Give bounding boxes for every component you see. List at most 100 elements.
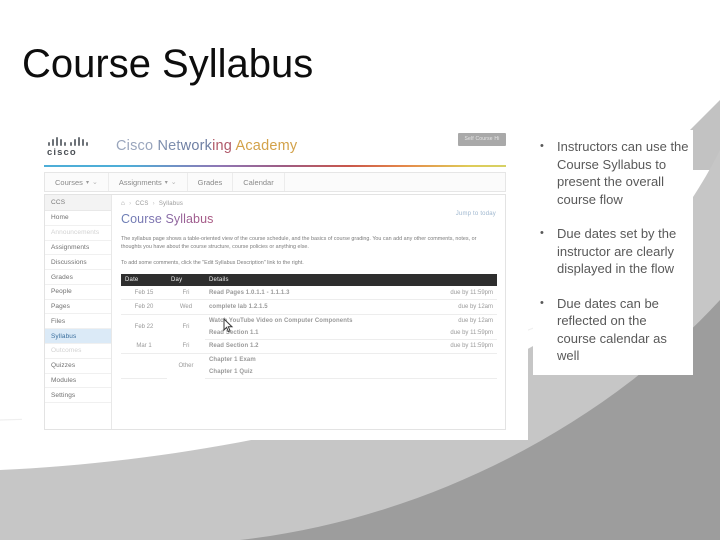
cisco-logo-icon: cisco — [44, 137, 106, 159]
bullet-marker: • — [540, 227, 544, 239]
content-card: CCS Home Announcements Assignments Discu… — [44, 194, 506, 430]
breadcrumb: ⌂ › CCS › Syllabus — [121, 200, 497, 207]
cisco-wordmark: cisco — [47, 147, 77, 158]
bullet-text: Due dates can be reflected on the course… — [557, 295, 667, 364]
cell-date — [121, 353, 167, 366]
main-pane: ⌂ › CCS › Syllabus Jump to today Course … — [112, 195, 505, 429]
sidebar-item-outcomes[interactable]: Outcomes — [45, 344, 111, 359]
sidebar-item-quizzes[interactable]: Quizzes — [45, 359, 111, 374]
bullet-text: Instructors can use the Course Syllabus … — [557, 139, 689, 207]
table-row[interactable]: Mar 1 Fri Read Section 1.2 due by 11:59p… — [121, 339, 497, 354]
nav-item-grades[interactable]: Grades — [188, 173, 234, 191]
brand-part-0: Cisco — [116, 138, 158, 154]
cell-due: due by 12am — [431, 299, 497, 315]
cell-date: Feb 20 — [121, 299, 167, 315]
assignment-link[interactable]: Watch YouTube Video on Computer Componen… — [205, 314, 431, 327]
bullet-marker: • — [540, 296, 544, 309]
cell-date: Feb 22 — [134, 323, 154, 330]
assignment-link[interactable]: Read Section 1.2 — [205, 339, 431, 354]
table-row[interactable]: Feb 20 Wed complete lab 1.2.1.5 due by 1… — [121, 299, 497, 315]
bullet-list: • Instructors can use the Course Syllabu… — [533, 130, 693, 375]
caret-icon: ▾ — [164, 179, 168, 186]
nav-label: Assignments — [118, 177, 162, 187]
nav-label: Grades — [197, 177, 223, 187]
course-schedule-table: Date Day Details Feb 15 Fri Read Pages 1… — [121, 274, 497, 379]
cell-due: due by 11:59pm — [431, 286, 497, 301]
cell-date — [121, 365, 167, 379]
main-nav: Courses ▾ ⌄ Assignments ▾ ⌄ Grades Calen… — [44, 172, 506, 192]
jump-to-today-link[interactable]: Jump to today — [456, 211, 496, 217]
cisco-header: cisco Cisco Networking Academy Self Cour… — [22, 128, 528, 166]
sidebar-item-discussions[interactable]: Discussions — [45, 255, 111, 271]
col-details: Details — [205, 274, 431, 287]
col-due — [431, 274, 497, 287]
nav-label: Courses — [55, 177, 83, 187]
sidebar-item-syllabus[interactable]: Syllabus — [45, 329, 111, 345]
nav-item-courses[interactable]: Courses ▾ ⌄ — [45, 173, 109, 191]
sidebar-item-assignments[interactable]: Assignments — [45, 241, 111, 256]
nav-item-calendar[interactable]: Calendar — [233, 173, 285, 191]
bullet-text: Due dates set by the instructor are clea… — [557, 226, 677, 276]
assignment-link[interactable]: Chapter 1 Exam — [205, 353, 431, 366]
top-right-button[interactable]: Self Course Hi — [458, 133, 506, 146]
gradient-divider — [44, 165, 506, 167]
breadcrumb-sep: › — [152, 200, 155, 207]
cell-due: due by 11:59pm — [431, 339, 497, 354]
chevron-down-icon: ⌄ — [170, 179, 177, 186]
cisco-bars-icon — [48, 137, 96, 146]
breadcrumb-sep: › — [129, 200, 132, 207]
sidebar-item-settings[interactable]: Settings — [45, 388, 111, 404]
breadcrumb-item-ccs[interactable]: CCS — [135, 201, 148, 207]
nav-filler — [285, 173, 505, 191]
brand-part-4: Academy — [235, 138, 298, 154]
sidebar-course-code: CCS — [45, 195, 111, 211]
cisco-networking-academy-title: Cisco Networking Academy — [116, 138, 297, 154]
sidebar-item-grades[interactable]: Grades — [45, 270, 111, 285]
col-day: Day — [167, 274, 205, 287]
bullet-item: • Due dates can be reflected on the cour… — [535, 295, 689, 365]
course-sidebar: CCS Home Announcements Assignments Discu… — [45, 195, 112, 429]
slide: Course Syllabus cisco Cisco Networking A… — [0, 0, 720, 540]
sidebar-item-home[interactable]: Home — [45, 211, 111, 226]
sidebar-item-files[interactable]: Files — [45, 314, 111, 330]
assignment-link[interactable]: complete lab 1.2.1.5 — [205, 299, 431, 315]
syllabus-paragraph-2: To add some comments, click the "Edit Sy… — [121, 259, 304, 266]
caret-icon: ▾ — [85, 179, 89, 186]
assignment-link[interactable]: Chapter 1 Quiz — [205, 365, 431, 379]
cell-day: Wed — [167, 299, 205, 315]
cell-due — [431, 353, 497, 366]
brand-part-2: work — [180, 138, 213, 154]
nav-item-assignments[interactable]: Assignments ▾ ⌄ — [109, 173, 188, 191]
bullet-item: • Instructors can use the Course Syllabu… — [535, 138, 689, 208]
cell-date: Mar 1 — [121, 339, 167, 354]
cell-due: due by 11:59pm — [431, 326, 497, 340]
breadcrumb-item-syllabus[interactable]: Syllabus — [159, 201, 183, 207]
cell-day-other: Other — [178, 363, 194, 370]
sidebar-item-modules[interactable]: Modules — [45, 374, 111, 389]
brand-part-3: ing — [212, 138, 236, 154]
embedded-screenshot: cisco Cisco Networking Academy Self Cour… — [22, 128, 528, 440]
cell-day: Fri — [167, 286, 205, 301]
mouse-cursor-icon — [223, 318, 234, 333]
bullet-marker: • — [540, 140, 544, 152]
table-row[interactable]: Feb 22 Fri Watch YouTube Video on Comput… — [121, 314, 497, 330]
chevron-down-icon: ⌄ — [91, 179, 98, 186]
home-icon[interactable]: ⌂ — [121, 200, 125, 207]
brand-part-1: Net — [157, 138, 181, 154]
table-header-row: Date Day Details — [121, 274, 497, 287]
page-title: Course Syllabus — [22, 42, 314, 86]
table-row[interactable]: Feb 15 Fri Read Pages 1.0.1.1 - 1.1.1.3 … — [121, 286, 497, 301]
cell-date: Feb 15 — [121, 286, 167, 301]
syllabus-paragraph-1: The syllabus page shows a table-oriented… — [121, 236, 477, 251]
nav-label: Calendar — [243, 177, 274, 187]
cell-due: due by 12am — [458, 317, 493, 324]
bullet-item: • Due dates set by the instructor are cl… — [535, 225, 689, 278]
cell-day: Fri — [167, 339, 205, 354]
sidebar-item-people[interactable]: People — [45, 285, 111, 300]
sidebar-item-announcements[interactable]: Announcements — [45, 226, 111, 241]
cell-due — [431, 365, 497, 379]
sidebar-item-pages[interactable]: Pages — [45, 300, 111, 315]
assignment-link[interactable]: Read Pages 1.0.1.1 - 1.1.1.3 — [205, 286, 431, 301]
assignment-link[interactable]: Read Section 1.1 — [205, 326, 431, 340]
table-row[interactable]: Other Chapter 1 Exam — [121, 353, 497, 369]
